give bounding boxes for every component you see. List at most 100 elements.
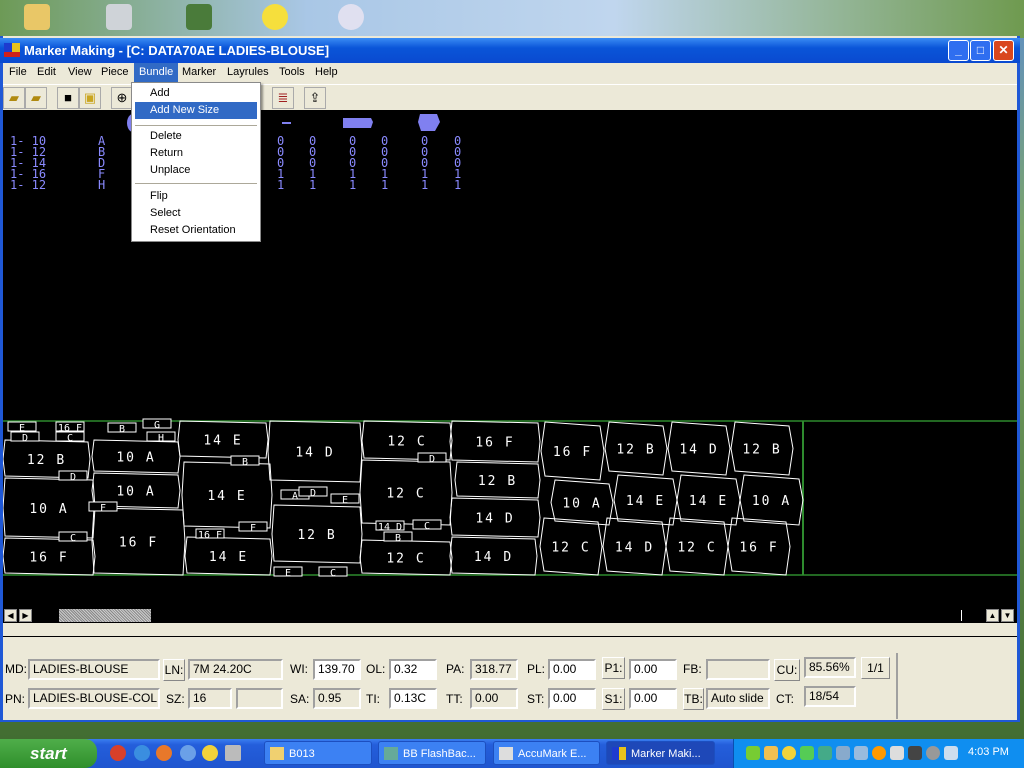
clock-desktop-icon[interactable] [338,4,364,30]
menu-item-add-new-size[interactable]: Add New Size [135,102,257,119]
small-piece-label: D [310,488,316,499]
menu-item-return[interactable]: Return [135,145,257,162]
pa-label: PA: [446,662,465,676]
pn-field: LADIES-BLOUSE-COL [28,688,160,709]
small-piece-label: F [250,523,256,534]
desktop-shortcut-icon[interactable] [186,4,212,30]
open-arrow-icon[interactable]: ▰ [25,87,47,109]
sa-field: 0.95 [313,688,361,709]
menu-view[interactable]: View [63,63,97,82]
s1-button[interactable]: S1: [602,688,625,710]
p1-button[interactable]: P1: [602,657,625,679]
sz-label: SZ: [166,692,185,706]
small-piece-label: C [330,568,336,579]
speaker-tray-icon[interactable] [926,746,940,760]
bundle-symbol[interactable]: H [98,179,105,191]
firefox-icon[interactable] [156,745,172,761]
marker-app-icon [612,747,626,760]
ti-input[interactable]: 0.13C [389,688,437,709]
bundle-count: 1 [309,178,317,192]
usb-tray-icon[interactable] [890,746,904,760]
marker-piece-label: 14 D [474,550,513,565]
internet-explorer-icon[interactable] [134,745,150,761]
marker-piece-label: 10 A [29,502,68,517]
menu-item-add[interactable]: Add [135,85,257,102]
open-icon[interactable]: ▰ [3,87,25,109]
pn-label: PN: [5,692,26,706]
task-bb-flashback[interactable]: BB FlashBac... [378,741,486,765]
marker-piece-label: 14 D [475,512,514,527]
zoom-in-icon[interactable]: ⊕ [111,87,133,109]
notes-icon[interactable]: ≣ [272,87,294,109]
wi-label: WI: [290,662,308,676]
cu-button[interactable]: CU: [774,659,800,681]
menu-marker[interactable]: Marker [177,63,221,82]
orange-tray-icon[interactable] [872,746,886,760]
small-piece-label: E [285,568,291,579]
p1-input[interactable]: 0.00 [629,659,677,680]
network-globe-tray-icon[interactable] [818,746,832,760]
export-icon[interactable]: ⇪ [304,87,326,109]
page-button[interactable]: 1/1 [861,657,890,679]
save-icon[interactable]: ■ [57,87,79,109]
application-shortcut-icon[interactable] [225,745,241,761]
horizontal-scrollbar[interactable]: ◀ ▶ ▲ ▼ [3,608,1017,623]
pl-input[interactable]: 0.00 [548,659,596,680]
menu-item-unplace[interactable]: Unplace [135,162,257,179]
check-tray-icon[interactable] [800,746,814,760]
maximize-button[interactable]: □ [970,40,991,61]
menu-layrules[interactable]: Layrules [222,63,274,82]
scroll-up-button[interactable]: ▲ [986,609,999,622]
app-icon [4,43,20,57]
smiley-desktop-icon[interactable] [262,4,288,30]
task-accumark[interactable]: AccuMark E... [493,741,600,765]
scroll-down-button[interactable]: ▼ [1001,609,1014,622]
language-tray-icon[interactable] [944,746,958,760]
ti-label: TI: [366,692,380,706]
task-b013[interactable]: B013 [264,741,372,765]
small-piece-label: 16 F [198,530,222,541]
ct-label: CT: [776,692,794,706]
menu-tools[interactable]: Tools [274,63,310,82]
start-button[interactable]: start [0,739,97,768]
menu-file[interactable]: File [4,63,32,82]
marker-piece-label: 14 D [679,443,718,458]
yahoo-tray-icon[interactable] [782,746,796,760]
minimize-button[interactable]: _ [948,40,969,61]
folder-desktop-icon[interactable] [24,4,50,30]
window-title: Marker Making - [C: DATA70AE LADIES-BLOU… [24,43,330,58]
menu-piece[interactable]: Piece [96,63,134,82]
tb-button[interactable]: TB: [683,688,704,710]
ol-input[interactable]: 0.32 [389,659,437,680]
st-input[interactable]: 0.00 [548,688,596,709]
printer-desktop-icon[interactable] [106,4,132,30]
menu-help[interactable]: Help [310,63,343,82]
ln-button[interactable]: LN: [163,659,185,681]
network-tray-icon[interactable] [836,746,850,760]
menu-item-select[interactable]: Select [135,205,257,222]
save-as-icon[interactable]: ▣ [79,87,101,109]
menu-item-flip[interactable]: Flip [135,188,257,205]
bundle-quantity[interactable]: 1- 12 [10,179,46,191]
wi-input[interactable]: 139.70 [313,659,361,680]
s1-input[interactable]: 0.00 [629,688,677,709]
sz-field: 16 [188,688,232,709]
chrome-icon[interactable] [110,745,126,761]
sync-tray-icon[interactable] [854,746,868,760]
menu-item-reset-orientation[interactable]: Reset Orientation [135,222,257,239]
menu-edit[interactable]: Edit [32,63,61,82]
messenger-icon[interactable] [180,745,196,761]
mail-tray-icon[interactable] [764,746,778,760]
title-bar[interactable]: Marker Making - [C: DATA70AE LADIES-BLOU… [0,38,1020,63]
close-button[interactable]: ✕ [993,40,1014,61]
task-marker-making[interactable]: Marker Maki... [606,741,715,765]
scroll-thumb[interactable] [59,609,151,622]
scroll-left-button[interactable]: ◀ [4,609,17,622]
menu-bundle[interactable]: Bundle [134,63,179,82]
printer-tray-icon[interactable] [908,746,922,760]
menu-item-delete[interactable]: Delete [135,128,257,145]
yahoo-smiley-icon[interactable] [202,745,218,761]
scroll-right-button[interactable]: ▶ [19,609,32,622]
tray-icon[interactable] [746,746,760,760]
pa-field: 318.77 [470,659,518,680]
